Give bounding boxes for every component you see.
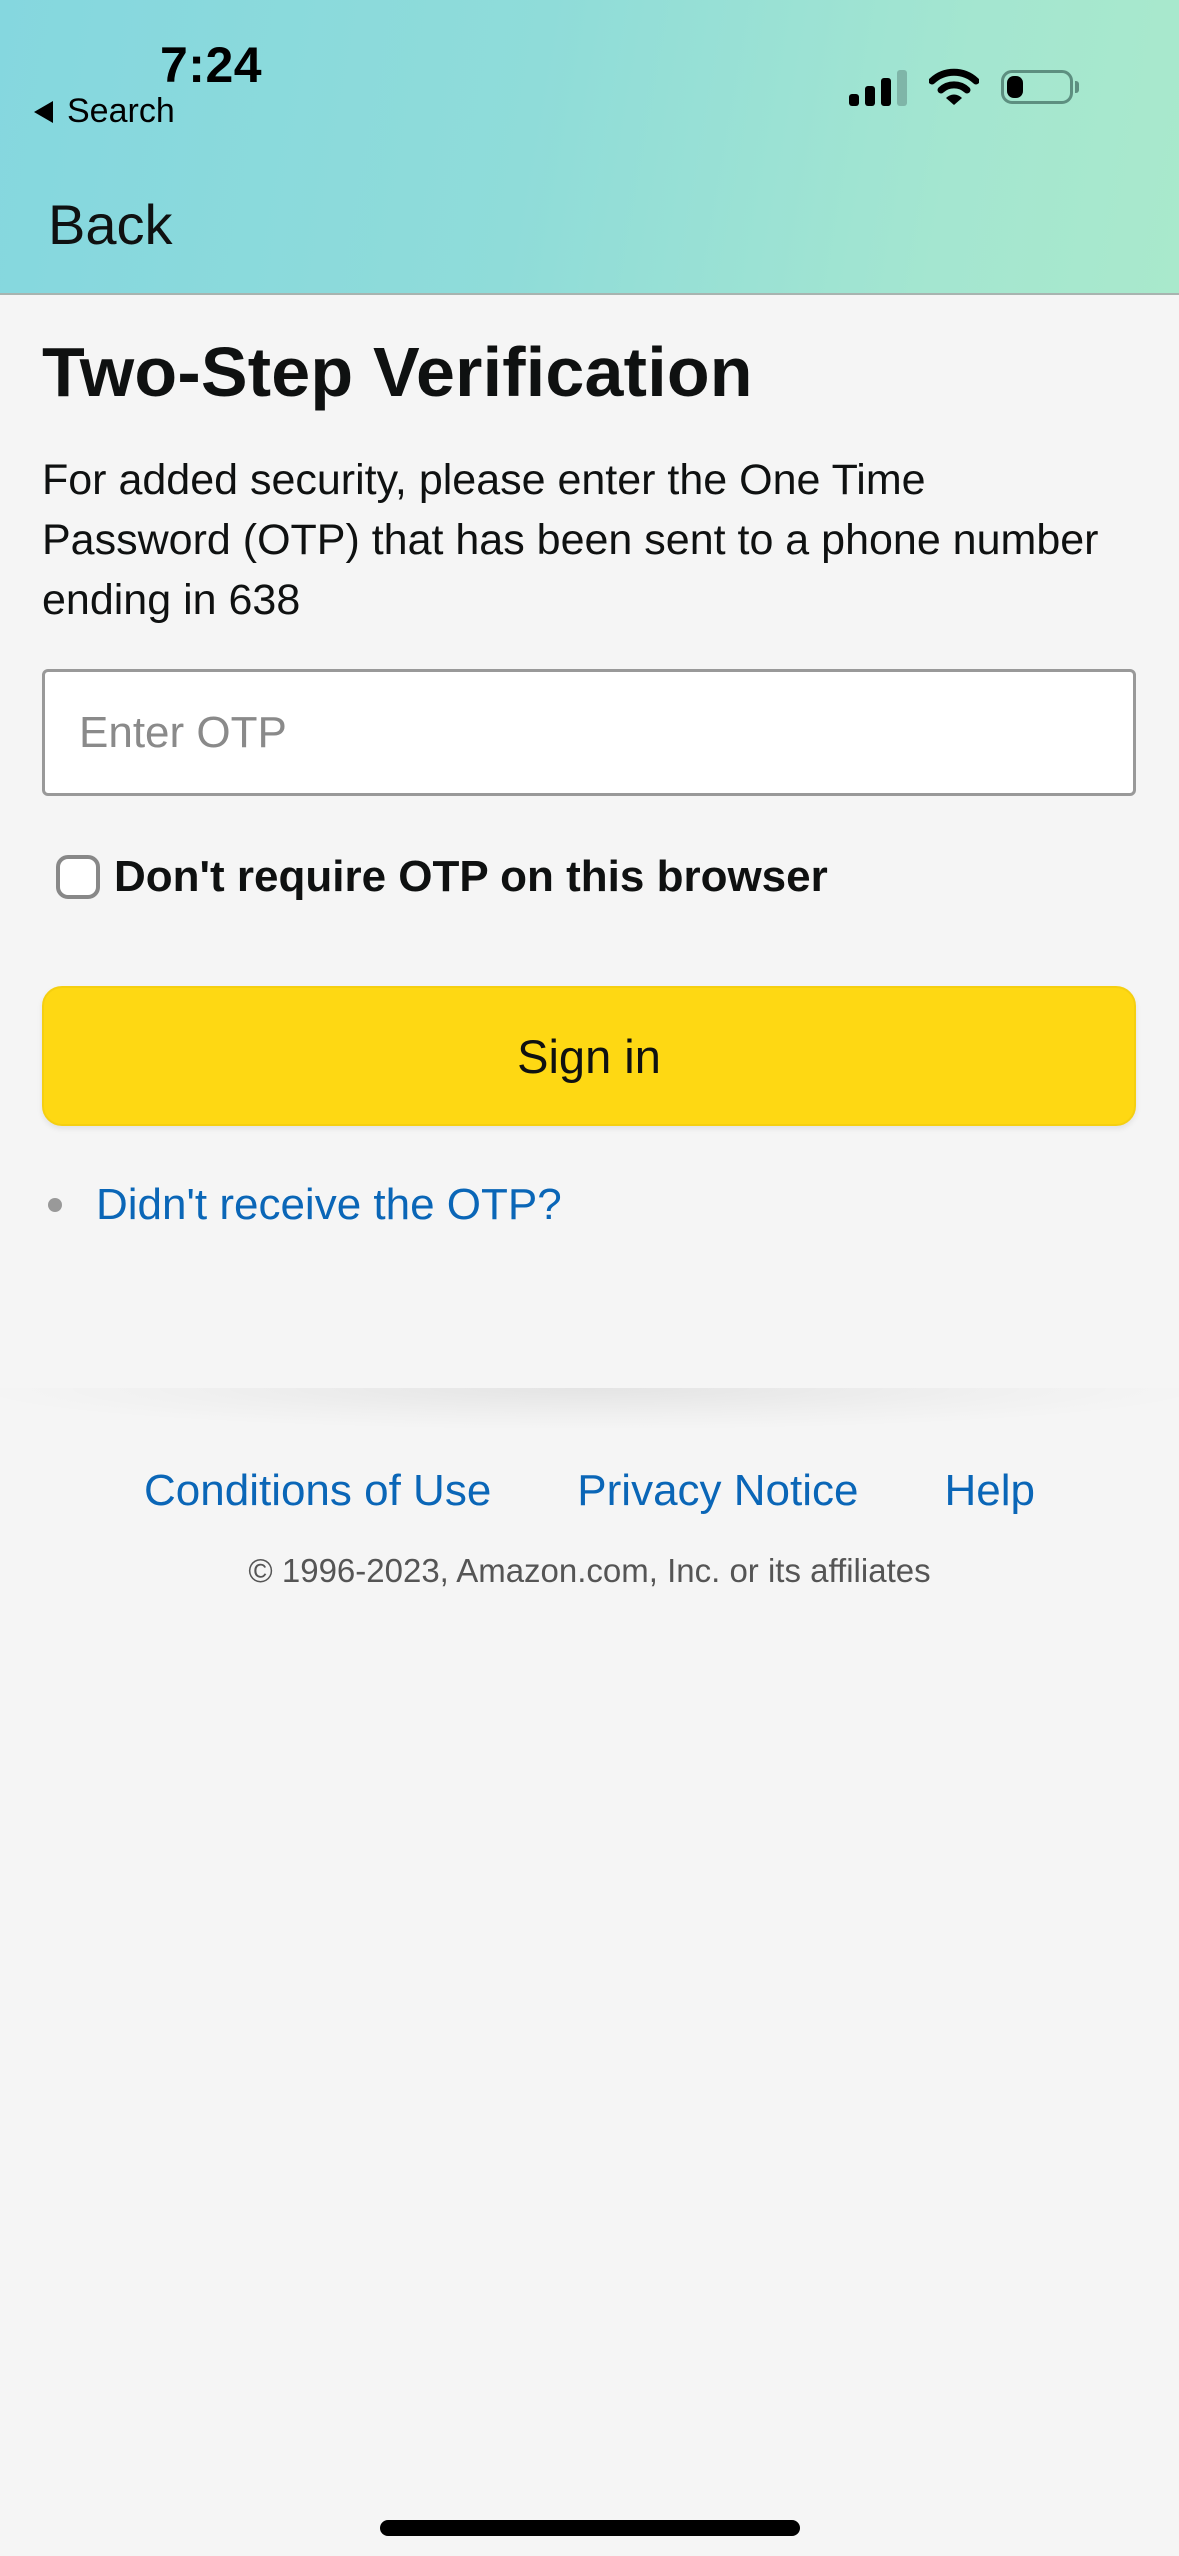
footer-divider [0, 1388, 1179, 1428]
home-indicator[interactable] [380, 2520, 800, 2536]
privacy-notice-link[interactable]: Privacy Notice [577, 1466, 858, 1516]
remember-browser-label[interactable]: Don't require OTP on this browser [114, 852, 828, 902]
back-to-app-label: Search [67, 92, 175, 130]
back-button[interactable]: Back [48, 192, 173, 257]
otp-help-item: Didn't receive the OTP? [48, 1180, 562, 1230]
sign-in-button[interactable]: Sign in [42, 986, 1136, 1126]
otp-description: For added security, please enter the One… [42, 456, 1099, 624]
battery-icon [1001, 70, 1079, 104]
conditions-of-use-link[interactable]: Conditions of Use [144, 1466, 491, 1516]
app-header: 7:24 Search Back [0, 0, 1179, 295]
copyright-text: © 1996-2023, Amazon.com, Inc. or its aff… [248, 1552, 931, 1589]
status-time: 7:24 [160, 37, 263, 93]
back-triangle-icon [34, 100, 53, 123]
status-icons [849, 68, 1079, 106]
back-to-app-button[interactable]: Search [34, 92, 175, 131]
cellular-signal-icon [849, 68, 907, 106]
footer-links: Conditions of Use Privacy Notice Help [0, 1466, 1179, 1516]
wifi-icon [929, 68, 979, 105]
help-link[interactable]: Help [944, 1466, 1035, 1516]
remember-browser-option[interactable]: Don't require OTP on this browser [56, 852, 828, 902]
bullet-icon [48, 1198, 62, 1212]
remember-browser-checkbox[interactable] [56, 855, 100, 899]
resend-otp-link[interactable]: Didn't receive the OTP? [96, 1180, 562, 1230]
page-title: Two-Step Verification [42, 333, 753, 411]
otp-input[interactable] [42, 669, 1136, 796]
